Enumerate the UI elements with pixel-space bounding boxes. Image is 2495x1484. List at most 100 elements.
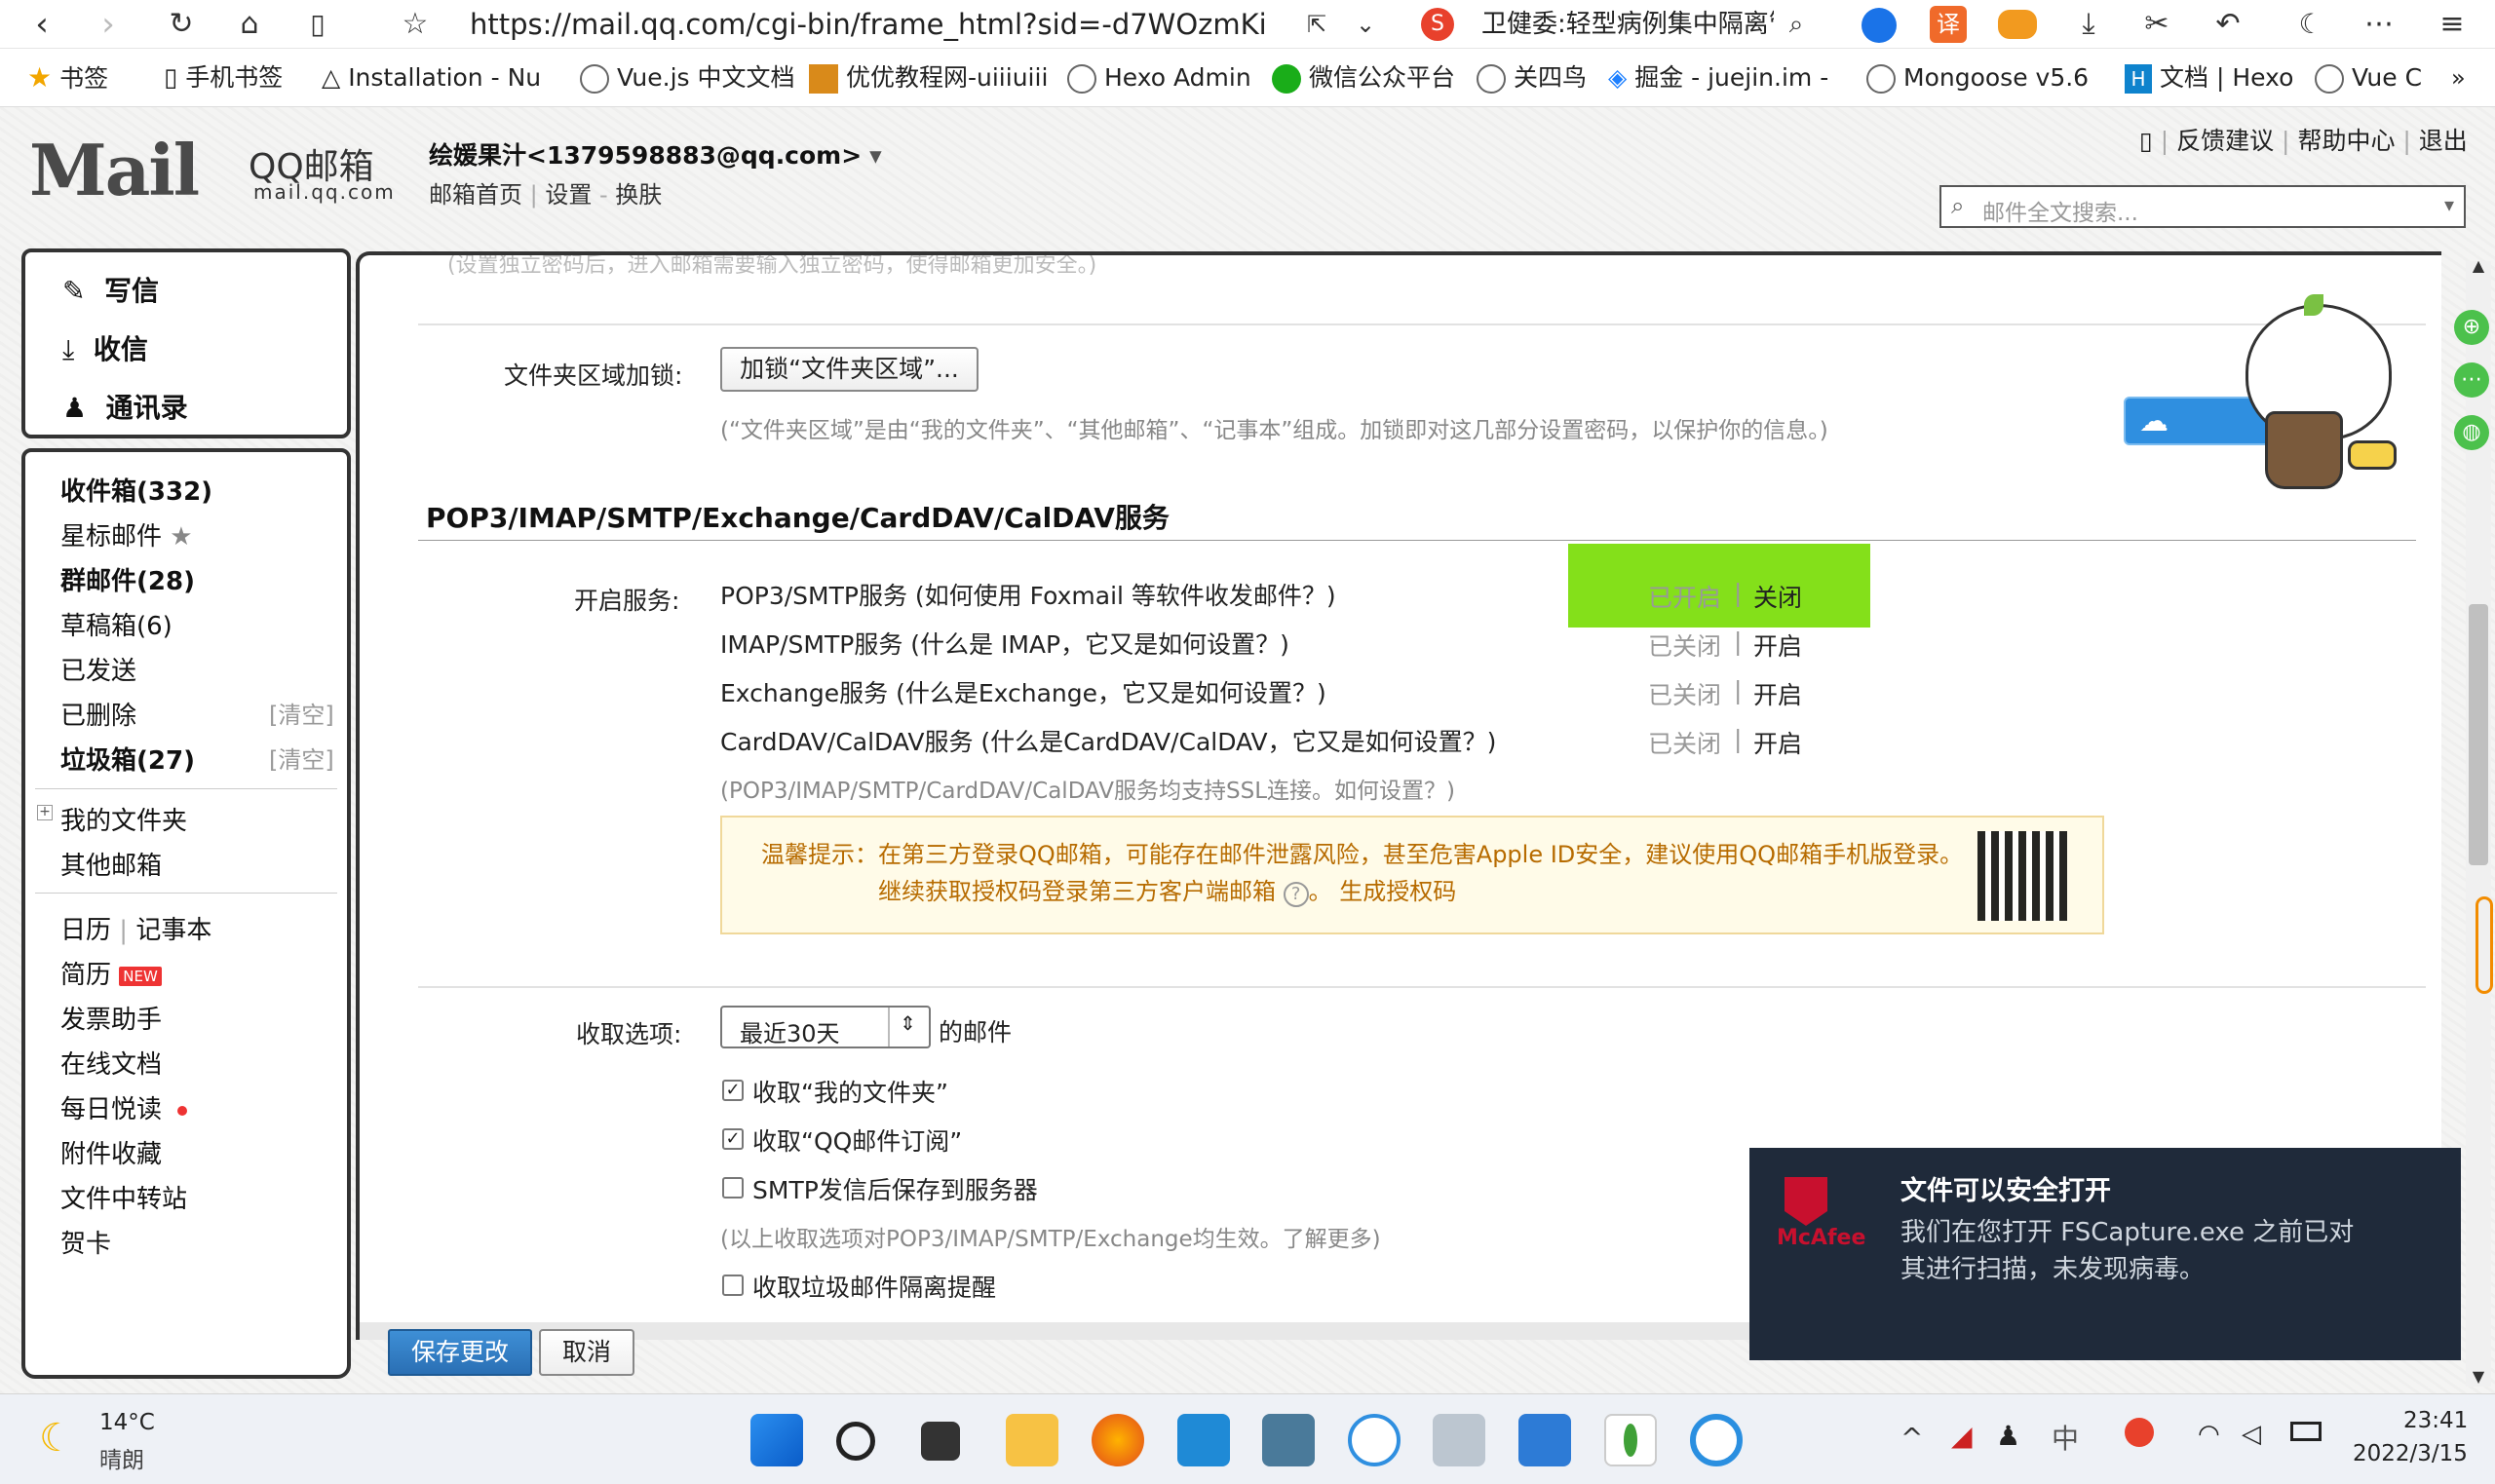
resume-link[interactable]: 简历 NEW	[60, 955, 162, 991]
more-icon[interactable]: ⋯	[2359, 4, 2399, 45]
volume-icon[interactable]: ◁	[2242, 1420, 2261, 1449]
mobile-icon[interactable]: ▯	[2139, 127, 2153, 155]
expand-icon[interactable]: +	[37, 805, 53, 820]
service-carddav-open-button[interactable]: 开启	[1753, 725, 1802, 760]
bookmark-item[interactable]: 优优教程网-uiiiuiii	[809, 60, 1048, 95]
user-account[interactable]: 绘媛果汁<1379598883@qq.com> ▾	[429, 136, 882, 171]
notes-link[interactable]: 记事本	[135, 916, 211, 945]
tray-icon[interactable]: ◢	[1951, 1420, 1973, 1452]
bookmark-item[interactable]: ★ 书签	[27, 60, 108, 95]
search-input[interactable]: 邮件全文搜索...	[1982, 194, 2138, 227]
skin-link[interactable]: 换肤	[615, 181, 662, 209]
undo-icon[interactable]: ↶	[2207, 4, 2248, 45]
folder-inbox[interactable]: 收件箱(332)	[60, 472, 212, 508]
extension-icon[interactable]	[1862, 8, 1897, 43]
qqmail-logo[interactable]: Mail	[29, 132, 200, 209]
bookmark-item[interactable]: ◈ 掘金 - juejin.im -	[1608, 60, 1847, 95]
window-app-icon[interactable]	[1518, 1414, 1571, 1466]
feedback-link[interactable]: 反馈建议	[2176, 127, 2274, 155]
file-transfer-link[interactable]: 文件中转站	[60, 1179, 187, 1215]
folder-starred[interactable]: 星标邮件 ★	[60, 516, 193, 552]
download-icon[interactable]: ⤓	[2068, 4, 2109, 45]
generate-auth-code-link[interactable]: 生成授权码	[1339, 878, 1456, 905]
more-bookmarks-icon[interactable]: »	[2451, 60, 2466, 95]
weather-temp[interactable]: 14°C	[99, 1410, 155, 1435]
daily-reading-link[interactable]: 每日悦读	[60, 1089, 188, 1125]
cancel-button[interactable]: 取消	[539, 1329, 634, 1376]
forward-icon[interactable]: ›	[88, 4, 129, 45]
folder-spam[interactable]: 垃圾箱(27)	[60, 741, 195, 777]
online-docs-link[interactable]: 在线文档	[60, 1045, 162, 1081]
search-icon[interactable]: ⌕	[1776, 4, 1817, 45]
sogou-ime-icon[interactable]	[2125, 1418, 2154, 1447]
invoice-helper-link[interactable]: 发票助手	[60, 1000, 162, 1036]
scroll-thumb[interactable]	[2469, 604, 2488, 865]
logout-link[interactable]: 退出	[2419, 127, 2468, 155]
weather-icon[interactable]: ☾	[39, 1416, 74, 1461]
checkbox-smtp-save[interactable]	[722, 1177, 744, 1199]
app-icon[interactable]	[1262, 1414, 1315, 1466]
browser-search-box[interactable]: 卫健委:轻型病例集中隔离管	[1481, 4, 1774, 45]
scissors-icon[interactable]: ✂	[2136, 4, 2177, 45]
firefox-icon[interactable]	[1092, 1414, 1144, 1466]
receive-period-select[interactable]: 最近30天 ⇕	[720, 1006, 931, 1048]
scroll-down-icon[interactable]: ▼	[2466, 1367, 2491, 1387]
home-icon[interactable]: ⌂	[229, 4, 270, 45]
chevron-up-icon[interactable]: ^	[1900, 1422, 1923, 1454]
bookmark-item[interactable]: Vue C	[2315, 60, 2441, 95]
chevron-down-icon[interactable]: ▾	[2444, 193, 2454, 216]
bookmark-item[interactable]: Vue.js 中文文档	[580, 60, 795, 95]
game-icon[interactable]	[1998, 10, 2037, 39]
file-explorer-icon[interactable]	[1006, 1414, 1058, 1466]
night-mode-icon[interactable]: ☾	[2290, 4, 2331, 45]
bookmark-item[interactable]: 关四鸟	[1477, 60, 1587, 95]
checkbox-my-folders[interactable]: ✓	[722, 1080, 744, 1101]
attachments-link[interactable]: 附件收藏	[60, 1134, 162, 1170]
reader-icon[interactable]: ▯	[297, 4, 338, 45]
clock-time[interactable]: 23:41	[2403, 1408, 2468, 1433]
scroll-up-icon[interactable]: ▲	[2466, 256, 2491, 276]
ime-indicator[interactable]: 中	[2052, 1418, 2079, 1457]
receive-button[interactable]: ⤓ 收信	[62, 328, 148, 367]
empty-spam-link[interactable]: [清空]	[269, 741, 334, 775]
help-link[interactable]: 帮助中心	[2297, 127, 2395, 155]
mail-search-box[interactable]: ⌕ 邮件全文搜索... ▾	[1939, 185, 2466, 228]
service-pop3-close-button[interactable]: 关闭	[1753, 579, 1802, 614]
bookmark-item[interactable]: Mongoose v5.6.	[1866, 60, 2091, 95]
edge-icon[interactable]	[1690, 1414, 1743, 1466]
start-icon[interactable]	[750, 1414, 803, 1466]
bookmark-item[interactable]: Hexo Admin	[1067, 60, 1251, 95]
side-chat-icon[interactable]: ⋯	[2454, 362, 2489, 398]
service-exchange-open-button[interactable]: 开启	[1753, 676, 1802, 711]
checkbox-qq-subscription[interactable]: ✓	[722, 1128, 744, 1150]
contacts-button[interactable]: ♟ 通讯录	[62, 387, 188, 426]
other-mailboxes[interactable]: 其他邮箱	[60, 846, 162, 882]
search-icon[interactable]	[836, 1422, 875, 1461]
bookmark-item[interactable]: ▯ 手机书签	[164, 60, 283, 95]
back-icon[interactable]: ‹	[21, 4, 62, 45]
checkbox-spam-reminder[interactable]	[722, 1275, 744, 1296]
write-button[interactable]: ✎ 写信	[62, 270, 159, 309]
bookmark-item[interactable]: H 文档 | Hexo	[2125, 60, 2293, 95]
wifi-icon[interactable]: ◠	[2198, 1420, 2220, 1449]
save-button[interactable]: 保存更改	[388, 1329, 532, 1376]
menu-icon[interactable]: ≡	[2432, 4, 2473, 45]
empty-deleted-link[interactable]: [清空]	[269, 696, 334, 730]
help-icon[interactable]: ?	[1283, 882, 1309, 907]
vscode-icon[interactable]	[1177, 1414, 1230, 1466]
battery-icon[interactable]	[2290, 1422, 2322, 1441]
service-imap-open-button[interactable]: 开启	[1753, 628, 1802, 663]
folder-sent[interactable]: 已发送	[60, 651, 136, 687]
greeting-cards-link[interactable]: 贺卡	[60, 1224, 111, 1260]
folder-drafts[interactable]: 草稿箱(6)	[60, 606, 173, 642]
mailbox-home-link[interactable]: 邮箱首页	[429, 181, 522, 209]
clock-date[interactable]: 2022/3/15	[2353, 1441, 2468, 1466]
task-view-icon[interactable]	[921, 1422, 960, 1461]
settings-link[interactable]: 设置	[545, 181, 592, 209]
share-icon[interactable]: ⇱	[1296, 4, 1337, 45]
my-folders[interactable]: + 我的文件夹	[37, 801, 187, 837]
side-game-icon[interactable]: ◍	[2454, 415, 2489, 450]
qq-icon[interactable]: ♟	[1996, 1420, 2020, 1452]
reload-icon[interactable]: ↻	[161, 4, 202, 45]
bookmark-item[interactable]: 微信公众平台	[1272, 60, 1455, 95]
